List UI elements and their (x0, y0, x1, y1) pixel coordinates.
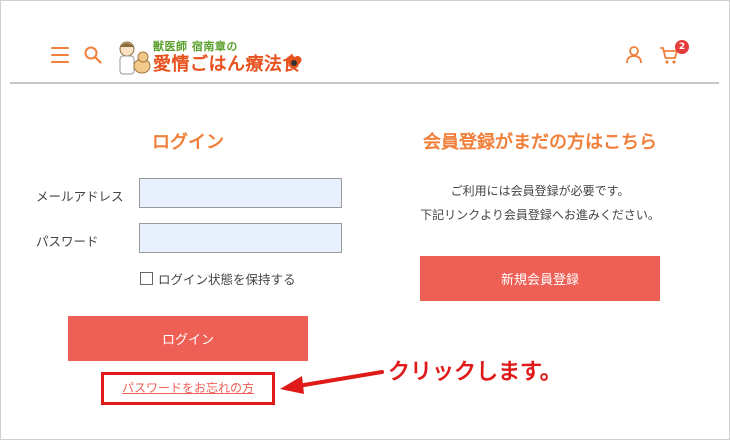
register-title: 会員登録がまだの方はこちら (423, 132, 657, 153)
forgot-password-highlight-box: パスワードをお忘れの方 (101, 372, 275, 405)
password-label: パスワード (36, 234, 99, 249)
remember-login-option[interactable]: ログイン状態を保持する (140, 269, 296, 288)
annotation-arrow-icon (280, 370, 384, 394)
register-description-line1: ご利用には会員登録が必要です。 (450, 184, 630, 198)
logo-title: 愛情ごはん療法食 (153, 54, 301, 75)
remember-checkbox[interactable] (140, 272, 153, 285)
forgot-password-link[interactable]: パスワードをお忘れの方 (104, 375, 272, 402)
header-divider (10, 82, 719, 84)
register-description-line2: 下記リンクより会員登録へお進みください。 (420, 208, 660, 222)
site-logo[interactable]: 獣医師 宿南章の 愛情ごはん療法食 (113, 38, 308, 78)
email-field[interactable] (139, 178, 342, 208)
cart-count-badge: 2 (675, 40, 689, 54)
remember-label: ログイン状態を保持する (158, 272, 296, 287)
password-field[interactable] (139, 223, 342, 253)
hamburger-menu-icon[interactable] (51, 47, 69, 63)
login-button[interactable]: ログイン (68, 316, 308, 361)
search-icon[interactable] (84, 46, 102, 64)
user-icon[interactable] (626, 46, 642, 64)
email-label: メールアドレス (36, 189, 124, 204)
annotation-text: クリックします。 (388, 360, 562, 385)
logo-doctor-dog-illustration (119, 41, 151, 75)
new-registration-button[interactable]: 新規会員登録 (420, 256, 660, 301)
login-title: ログイン (152, 132, 224, 153)
heart-paw-icon (286, 55, 302, 70)
